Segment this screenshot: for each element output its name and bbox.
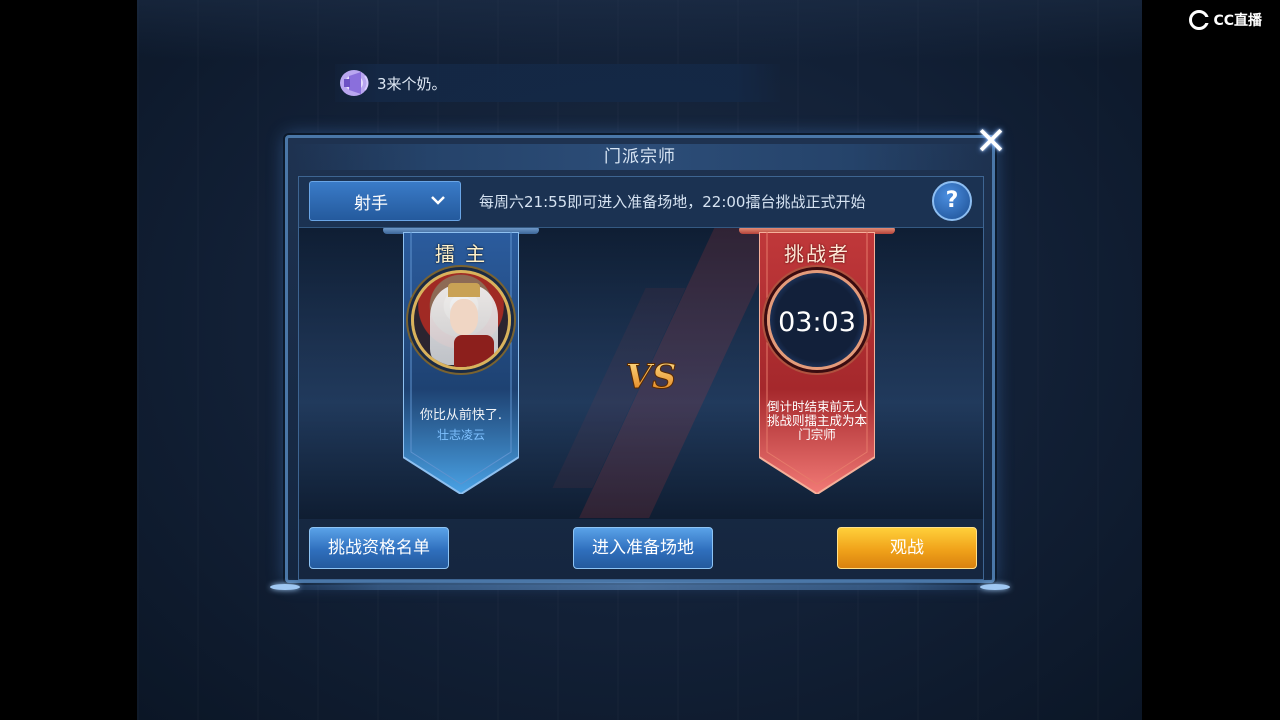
class-dropdown[interactable]: 射手 xyxy=(309,181,461,221)
watermark-text: CC直播 xyxy=(1213,13,1262,29)
host-banner: 擂 主 你比从前快了. 壮志凌云 xyxy=(383,228,539,496)
host-title: 擂 主 xyxy=(434,242,488,266)
class-dropdown-value: 射手 xyxy=(354,193,388,214)
vs-icon: VS xyxy=(625,357,677,397)
host-quote: 你比从前快了. xyxy=(419,408,503,423)
chevron-down-icon xyxy=(431,196,445,205)
footer-gem-left xyxy=(270,584,300,590)
info-bar: 射手 每周六21:55即可进入准备场地，22:00擂台挑战正式开始 ? xyxy=(299,177,983,228)
host-avatar[interactable] xyxy=(411,270,511,370)
chat-broadcast: 3来个奶。 xyxy=(335,64,780,102)
vs-text: VS xyxy=(626,357,677,396)
countdown-timer: 03:03 xyxy=(778,307,856,338)
cc-logo-icon xyxy=(1189,10,1210,30)
challenger-title: 挑战者 xyxy=(784,242,850,266)
challenger-description: 倒计时结束前无人挑战则擂主成为本门宗师 xyxy=(766,399,867,442)
close-icon[interactable]: ✕ xyxy=(972,122,1010,160)
loudspeaker-icon xyxy=(337,66,375,100)
arena-area: 擂 主 你比从前快了. 壮志凌云 VS 挑战者 03:03 倒计时结束前无人挑战… xyxy=(299,228,983,519)
help-button[interactable]: ? xyxy=(932,181,972,221)
dialog-title: 门派宗师 xyxy=(288,144,992,170)
action-bar: 挑战资格名单 进入准备场地 观战 xyxy=(299,519,983,579)
spectate-button[interactable]: 观战 xyxy=(837,527,977,569)
footer-gem-right xyxy=(980,584,1010,590)
sect-master-dialog: 门派宗师 射手 每周六21:55即可进入准备场地，22:00擂台挑战正式开始 ? xyxy=(285,135,995,583)
schedule-notice: 每周六21:55即可进入准备场地，22:00擂台挑战正式开始 xyxy=(479,193,866,211)
host-name[interactable]: 壮志凌云 xyxy=(391,426,531,443)
avatar-crown xyxy=(448,283,480,297)
countdown-medal: 03:03 xyxy=(767,270,867,370)
avatar-robe xyxy=(454,335,494,367)
chat-message: 3来个奶。 xyxy=(377,74,447,93)
enter-prep-area-button[interactable]: 进入准备场地 xyxy=(573,527,713,569)
dialog-footer-glow xyxy=(270,582,1010,590)
avatar-face xyxy=(450,299,478,335)
qualification-list-button[interactable]: 挑战资格名单 xyxy=(309,527,449,569)
cc-watermark: CC直播 xyxy=(1189,10,1262,30)
dialog-body: 射手 每周六21:55即可进入准备场地，22:00擂台挑战正式开始 ? 擂 主 … xyxy=(298,176,984,580)
challenger-banner: 挑战者 03:03 倒计时结束前无人挑战则擂主成为本门宗师 xyxy=(739,228,895,496)
